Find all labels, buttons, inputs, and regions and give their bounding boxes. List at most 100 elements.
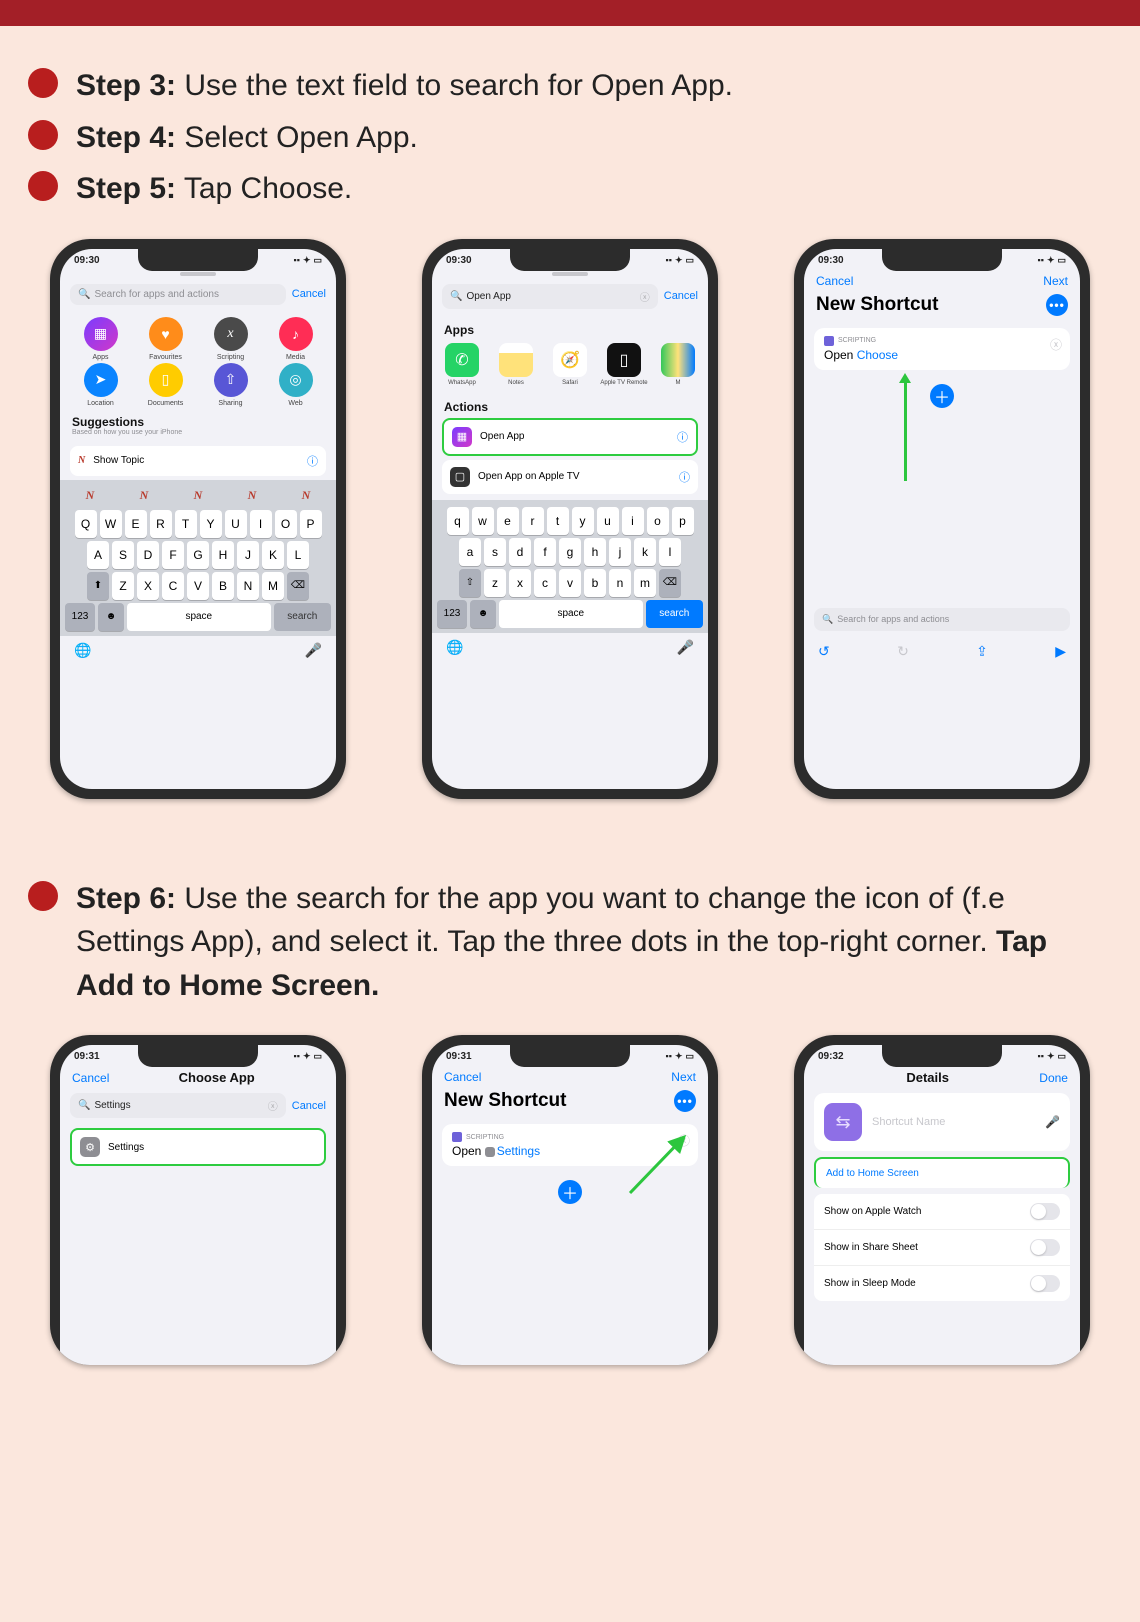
backspace-key[interactable]: ⌫ xyxy=(659,569,681,597)
phone-4: 09:31 ▪▪✦▭ Cancel Choose App 🔍 Settings … xyxy=(50,1035,346,1365)
info-icon[interactable]: ⓘ xyxy=(679,469,690,485)
share-icon[interactable]: ⇪ xyxy=(976,643,988,660)
option-sleep-mode[interactable]: Show in Sleep Mode xyxy=(814,1266,1070,1301)
cancel-button[interactable]: Cancel xyxy=(72,1071,109,1085)
globe-icon[interactable]: 🌐 xyxy=(446,639,463,656)
search-input[interactable]: 🔍 Settings ⓧ xyxy=(70,1093,286,1118)
cat-web[interactable]: ◎Web xyxy=(263,363,328,407)
bullet-icon xyxy=(28,68,58,98)
sheet-grabber[interactable] xyxy=(180,272,216,276)
cat-media[interactable]: ♪Media xyxy=(263,317,328,361)
cancel-button[interactable]: Cancel xyxy=(292,1100,326,1112)
mic-icon[interactable]: 🎤 xyxy=(305,642,322,659)
num-key[interactable]: 123 xyxy=(437,600,467,628)
search-key[interactable]: search xyxy=(274,603,331,631)
option-apple-watch[interactable]: Show on Apple Watch xyxy=(814,1194,1070,1230)
phone-3: 09:30 ▪▪✦▭ Cancel Next New Shortcut ••• … xyxy=(794,239,1090,799)
apps-header: Apps xyxy=(432,315,708,337)
emoji-key[interactable]: ☻ xyxy=(98,603,124,631)
globe-icon[interactable]: 🌐 xyxy=(74,642,91,659)
shortcut-icon[interactable]: ⇆ xyxy=(824,1103,862,1141)
clear-icon[interactable]: ⓧ xyxy=(268,1098,278,1113)
undo-icon[interactable]: ↺ xyxy=(818,643,830,660)
add-action-button[interactable]: ＋ xyxy=(930,384,954,408)
step-5: Step 5: Tap Choose. xyxy=(28,167,1112,211)
keyboard-bottom: 🌐 🎤 xyxy=(60,636,336,667)
option-share-sheet[interactable]: Show in Share Sheet xyxy=(814,1230,1070,1266)
scripting-icon xyxy=(824,336,834,346)
play-icon[interactable]: ▶ xyxy=(1055,643,1066,660)
space-key[interactable]: space xyxy=(127,603,271,631)
search-key[interactable]: search xyxy=(646,600,703,628)
next-button[interactable]: Next xyxy=(671,1070,696,1084)
mic-icon[interactable]: 🎤 xyxy=(1045,1115,1060,1129)
chosen-app[interactable]: Settings xyxy=(497,1144,540,1158)
clear-icon[interactable]: ⓧ xyxy=(640,289,650,304)
num-key[interactable]: 123 xyxy=(65,603,95,631)
status-icons: ▪▪✦▭ xyxy=(663,255,694,266)
next-button[interactable]: Next xyxy=(1043,274,1068,288)
cancel-button[interactable]: Cancel xyxy=(292,288,326,300)
backspace-key[interactable]: ⌫ xyxy=(287,572,309,600)
option-add-home[interactable]: Add to Home Screen xyxy=(814,1157,1070,1188)
add-action-button[interactable]: ＋ xyxy=(558,1180,582,1204)
shift-key[interactable]: ⇧ xyxy=(459,569,481,597)
app-maps[interactable]: M xyxy=(652,343,704,386)
app-tv-remote[interactable]: ▯Apple TV Remote xyxy=(598,343,650,386)
info-icon[interactable]: ⓘ xyxy=(677,429,688,445)
status-time: 09:30 xyxy=(74,255,100,266)
mic-icon[interactable]: 🎤 xyxy=(677,639,694,656)
shortcut-name-row[interactable]: ⇆ Shortcut Name 🎤 xyxy=(814,1093,1070,1151)
keyboard[interactable]: qwertyuiop asdfghjkl ⇧ zxcvbnm ⌫ 123 ☻ s… xyxy=(432,500,708,633)
bottom-search[interactable]: 🔍 Search for apps and actions xyxy=(814,608,1070,631)
phone-row-2: 09:31 ▪▪✦▭ Cancel Choose App 🔍 Settings … xyxy=(0,1025,1140,1365)
choose-button[interactable]: Choose xyxy=(857,348,898,362)
bullet-icon xyxy=(28,171,58,201)
done-button[interactable]: Done xyxy=(1039,1071,1068,1085)
bullet-icon xyxy=(28,120,58,150)
key[interactable]: Q xyxy=(75,510,97,538)
search-input[interactable]: 🔍 Open App ⓧ xyxy=(442,284,658,309)
close-icon[interactable]: ⓧ xyxy=(1050,336,1062,353)
cancel-button[interactable]: Cancel xyxy=(664,290,698,302)
card-tag: SCRIPTING xyxy=(838,337,876,344)
cat-documents[interactable]: ▯Documents xyxy=(133,363,198,407)
cancel-button[interactable]: Cancel xyxy=(444,1070,481,1084)
app-notes[interactable]: Notes xyxy=(490,343,542,386)
app-whatsapp[interactable]: ✆WhatsApp xyxy=(436,343,488,386)
action-card[interactable]: SCRIPTING Open Choose ⓧ xyxy=(814,328,1070,370)
news-icon: N xyxy=(78,455,85,466)
scripting-icon xyxy=(452,1132,462,1142)
phone-2: 09:30 ▪▪✦▭ 🔍 Open App ⓧ Cancel Apps ✆Wha… xyxy=(422,239,718,799)
step-text: Step 3: Use the text field to search for… xyxy=(76,64,733,108)
cancel-button[interactable]: Cancel xyxy=(816,274,853,288)
status-icons: ▪▪✦▭ xyxy=(1035,255,1066,266)
space-key[interactable]: space xyxy=(499,600,643,628)
search-placeholder: Search for apps and actions xyxy=(837,614,949,624)
cat-apps[interactable]: ▦Apps xyxy=(68,317,133,361)
app-safari[interactable]: 🧭Safari xyxy=(544,343,596,386)
emoji-key[interactable]: ☻ xyxy=(470,600,496,628)
toggle[interactable] xyxy=(1030,1203,1060,1220)
status-icons: ▪▪✦▭ xyxy=(1035,1051,1066,1062)
phone-5: 09:31 ▪▪✦▭ Cancel Next New Shortcut ••• … xyxy=(422,1035,718,1365)
action-open-app[interactable]: ▦ Open App ⓘ xyxy=(442,418,698,456)
more-dots-button[interactable]: ••• xyxy=(1046,294,1068,316)
search-input[interactable]: 🔍 Search for apps and actions xyxy=(70,284,286,305)
info-icon[interactable]: ⓘ xyxy=(307,453,318,469)
result-settings[interactable]: ⚙ Settings xyxy=(70,1128,326,1166)
toggle[interactable] xyxy=(1030,1239,1060,1256)
cat-scripting[interactable]: xScripting xyxy=(198,317,263,361)
toggle[interactable] xyxy=(1030,1275,1060,1292)
action-show-topic[interactable]: N Show Topic ⓘ xyxy=(70,446,326,476)
keyboard[interactable]: NNNNN QWERTYUIOP ASDFGHJKL ⬆ ZXCVBNM ⌫ 1… xyxy=(60,480,336,636)
cat-location[interactable]: ➤Location xyxy=(68,363,133,407)
more-dots-button[interactable]: ••• xyxy=(674,1090,696,1112)
cat-favourites[interactable]: ♥Favourites xyxy=(133,317,198,361)
action-open-app-tv[interactable]: ▢ Open App on Apple TV ⓘ xyxy=(442,460,698,494)
suggestions-sub: Based on how you use your iPhone xyxy=(60,429,336,442)
cat-sharing[interactable]: ⇧Sharing xyxy=(198,363,263,407)
sheet-grabber[interactable] xyxy=(552,272,588,276)
shift-key[interactable]: ⬆ xyxy=(87,572,109,600)
keyboard-bottom: 🌐 🎤 xyxy=(432,633,708,664)
